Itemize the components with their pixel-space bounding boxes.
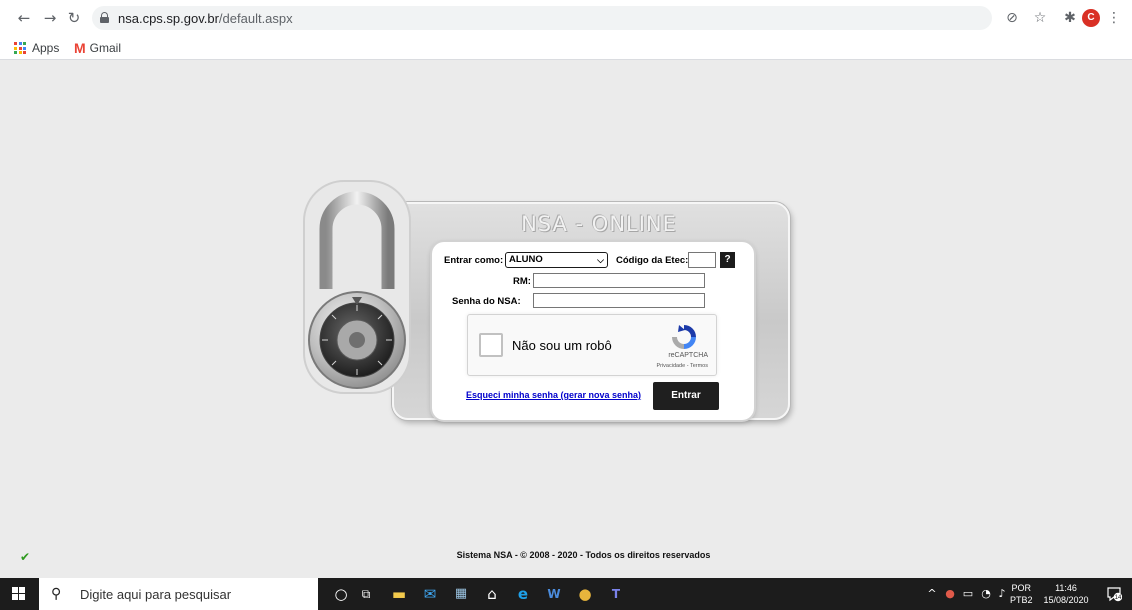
toolbar-right-icons: ⊘ ☆ ✱ C ⋮ (1002, 8, 1122, 28)
recaptcha-privacy-links[interactable]: Privacidade - Termos (656, 363, 708, 369)
task-view-icon[interactable]: ⧉ (356, 584, 376, 604)
address-bar[interactable]: nsa.cps.sp.gov.br/default.aspx (92, 6, 992, 30)
extensions-puzzle-icon[interactable]: ✱ (1060, 8, 1080, 28)
antivirus-tray-icon[interactable]: ● (942, 586, 958, 602)
taskbar-search-box[interactable]: ⚲ Digite aqui para pesquisar (39, 578, 318, 610)
url-text: nsa.cps.sp.gov.br/default.aspx (118, 11, 293, 26)
internet-explorer-icon[interactable]: e (513, 584, 533, 604)
padlock-icon (303, 180, 411, 394)
submit-button[interactable]: Entrar (653, 382, 719, 410)
help-button[interactable]: ? (720, 252, 735, 268)
system-clock[interactable]: 11:46 15/08/2020 (1041, 582, 1091, 606)
lock-icon (100, 12, 109, 23)
forgot-password-link[interactable]: Esqueci minha senha (gerar nova senha) (466, 390, 641, 400)
recaptcha-logo-icon (672, 325, 696, 349)
notification-count: 14 (1115, 595, 1122, 601)
enter-as-select[interactable]: ALUNO ⌵ (505, 252, 608, 268)
app-icon[interactable]: ▦ (451, 584, 471, 604)
bookmark-gmail[interactable]: M Gmail (74, 40, 121, 56)
enter-as-label: Entrar como: (444, 255, 504, 266)
cortana-icon[interactable]: ○ (331, 584, 351, 604)
bookmarks-bar: Apps M Gmail (0, 36, 1132, 60)
rm-label: RM: (513, 276, 531, 287)
chevron-up-icon[interactable]: ^ (924, 586, 940, 602)
taskbar-search-placeholder: Digite aqui para pesquisar (80, 587, 232, 602)
bookmark-apps[interactable]: Apps (14, 40, 59, 56)
recaptcha-checkbox[interactable] (479, 333, 503, 357)
recaptcha-label: Não sou um robô (512, 338, 612, 353)
page-content: NSA - ONLINE Entrar como: ALUNO ⌵ Código… (0, 61, 1132, 578)
word-icon[interactable]: W (544, 584, 564, 604)
profile-avatar[interactable]: C (1082, 9, 1100, 27)
apps-grid-icon (14, 42, 26, 54)
windows-taskbar: ⚲ Digite aqui para pesquisar ○ ⧉ ▬ ✉ ▦ ⌂… (0, 578, 1132, 610)
password-input[interactable] (533, 293, 705, 308)
footer-copyright: Sistema NSA - © 2008 - 2020 - Todos os d… (456, 550, 711, 560)
menu-kebab-icon[interactable]: ⋮ (1104, 8, 1124, 28)
tracking-off-icon[interactable]: ⊘ (1002, 8, 1022, 28)
chevron-down-icon: ⌵ (597, 255, 604, 265)
etec-code-input[interactable] (688, 252, 716, 268)
search-icon: ⚲ (51, 586, 62, 602)
reload-icon[interactable]: ↻ (64, 8, 84, 28)
browser-toolbar: ← → ↻ nsa.cps.sp.gov.br/default.aspx ⊘ ☆… (0, 0, 1132, 36)
notification-center-icon[interactable]: 14 (1106, 586, 1122, 602)
etec-code-label: Código da Etec: (616, 255, 689, 266)
recaptcha-widget: Não sou um robô reCAPTCHA Privacidade - … (467, 314, 717, 376)
recaptcha-brand: reCAPTCHA (668, 352, 708, 359)
password-label: Senha do NSA: (452, 296, 521, 307)
language-indicator[interactable]: POR PTB2 (1010, 582, 1033, 606)
gmail-icon: M (74, 40, 86, 56)
battery-icon[interactable]: ▭ (960, 586, 976, 602)
volume-icon[interactable]: ♪ (994, 586, 1010, 602)
star-icon[interactable]: ☆ (1030, 8, 1050, 28)
file-explorer-icon[interactable]: ▬ (389, 584, 409, 604)
back-arrow-icon[interactable]: ← (14, 8, 34, 28)
windows-start-icon[interactable] (12, 587, 26, 601)
store-icon[interactable]: ⌂ (482, 584, 502, 604)
teams-icon[interactable]: T (606, 584, 626, 604)
forward-arrow-icon[interactable]: → (40, 8, 60, 28)
chrome-icon[interactable]: ● (575, 584, 595, 604)
rm-input[interactable] (533, 273, 705, 288)
wifi-icon[interactable]: ◔ (978, 586, 994, 602)
panel-title: NSA - ONLINE (521, 212, 677, 236)
mail-icon[interactable]: ✉ (420, 584, 440, 604)
